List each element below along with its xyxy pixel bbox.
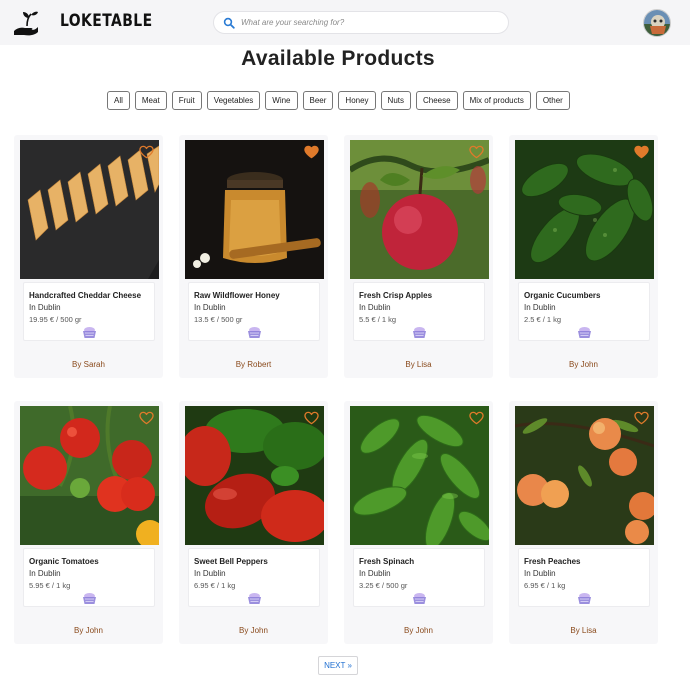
seller-link[interactable]: By Lisa [509,626,658,635]
product-image[interactable] [515,406,654,545]
user-avatar[interactable] [643,9,671,37]
filter-fruit[interactable]: Fruit [171,91,202,110]
product-name[interactable]: Organic Tomatoes [29,557,99,566]
product-image[interactable] [20,406,159,545]
product-name[interactable]: Raw Wildflower Honey [194,291,280,300]
product-info: Organic Tomatoes In Dublin 5.95 € / 1 kg [23,548,155,607]
seller-link[interactable]: By John [14,626,163,635]
product-image[interactable] [350,140,489,279]
favorite-heart-icon[interactable] [139,145,154,159]
product-card[interactable]: Sweet Bell Peppers In Dublin 6.95 € / 1 … [179,401,328,644]
filter-nuts[interactable]: Nuts [380,91,411,110]
basket-icon [413,593,426,604]
product-price: 2.5 € / 1 kg [524,315,562,324]
filter-cheese[interactable]: Cheese [416,91,458,110]
favorite-heart-icon[interactable] [304,145,319,159]
product-image[interactable] [350,406,489,545]
page-title: Available Products [241,47,435,70]
favorite-heart-icon[interactable] [139,411,154,425]
hand-plant-logo-icon[interactable] [11,9,39,37]
product-location: In Dublin [359,569,391,578]
product-card[interactable]: Raw Wildflower Honey In Dublin 13.5 € / … [179,135,328,378]
product-image[interactable] [185,140,324,279]
product-card[interactable]: Organic Cucumbers In Dublin 2.5 € / 1 kg… [509,135,658,378]
product-image[interactable] [185,406,324,545]
product-name[interactable]: Fresh Crisp Apples [359,291,432,300]
brand-name[interactable]: LOKETABLE [60,11,153,31]
basket-icon [578,327,591,338]
product-price: 19.95 € / 500 gr [29,315,82,324]
basket-icon [83,593,96,604]
product-price: 6.95 € / 1 kg [524,581,566,590]
product-name[interactable]: Fresh Peaches [524,557,580,566]
search-input[interactable] [241,14,501,31]
product-name[interactable]: Handcrafted Cheddar Cheese [29,291,141,300]
category-filter-bar: All Meat Fruit Vegetables Wine Beer Honey Nuts C… [107,91,570,110]
filter-beer[interactable]: Beer [302,91,334,110]
filter-all[interactable]: All [107,91,130,110]
product-location: In Dublin [359,303,391,312]
basket-icon [413,327,426,338]
product-price: 6.95 € / 1 kg [194,581,236,590]
favorite-heart-icon[interactable] [304,411,319,425]
seller-link[interactable]: By John [344,626,493,635]
favorite-heart-icon[interactable] [634,145,649,159]
product-location: In Dublin [194,569,226,578]
seller-link[interactable]: By John [509,360,658,369]
product-card[interactable]: Handcrafted Cheddar Cheese In Dublin 19.… [14,135,163,378]
basket-icon [248,593,261,604]
product-card[interactable]: Fresh Peaches In Dublin 6.95 € / 1 kg By… [509,401,658,644]
product-price: 3.25 € / 500 gr [359,581,408,590]
basket-icon [248,327,261,338]
product-location: In Dublin [194,303,226,312]
filter-mix-of-products[interactable]: Mix of products [462,91,531,110]
product-card[interactable]: Fresh Crisp Apples In Dublin 5.5 € / 1 k… [344,135,493,378]
filter-wine[interactable]: Wine [265,91,298,110]
product-location: In Dublin [524,303,556,312]
product-card[interactable]: Organic Tomatoes In Dublin 5.95 € / 1 kg… [14,401,163,644]
product-info: Handcrafted Cheddar Cheese In Dublin 19.… [23,282,155,341]
product-info: Fresh Crisp Apples In Dublin 5.5 € / 1 k… [353,282,485,341]
basket-icon [83,327,96,338]
product-info: Organic Cucumbers In Dublin 2.5 € / 1 kg [518,282,650,341]
search-icon [223,17,235,29]
seller-link[interactable]: By Robert [179,360,328,369]
product-price: 5.5 € / 1 kg [359,315,397,324]
seller-link[interactable]: By Lisa [344,360,493,369]
favorite-heart-icon[interactable] [469,145,484,159]
favorite-heart-icon[interactable] [469,411,484,425]
search-bar[interactable] [213,11,509,34]
favorite-heart-icon[interactable] [634,411,649,425]
product-image[interactable] [515,140,654,279]
filter-honey[interactable]: Honey [338,91,376,110]
seller-link[interactable]: By John [179,626,328,635]
product-image[interactable] [20,140,159,279]
top-navbar: LOKETABLE [0,0,690,45]
seller-link[interactable]: By Sarah [14,360,163,369]
product-name[interactable]: Fresh Spinach [359,557,414,566]
product-info: Fresh Peaches In Dublin 6.95 € / 1 kg [518,548,650,607]
product-info: Sweet Bell Peppers In Dublin 6.95 € / 1 … [188,548,320,607]
product-grid: Handcrafted Cheddar Cheese In Dublin 19.… [14,135,664,645]
filter-meat[interactable]: Meat [134,91,167,110]
product-info: Fresh Spinach In Dublin 3.25 € / 500 gr [353,548,485,607]
product-price: 5.95 € / 1 kg [29,581,71,590]
product-name[interactable]: Organic Cucumbers [524,291,600,300]
product-name[interactable]: Sweet Bell Peppers [194,557,268,566]
basket-icon [578,593,591,604]
filter-other[interactable]: Other [535,91,570,110]
filter-vegetables[interactable]: Vegetables [206,91,261,110]
product-location: In Dublin [29,303,61,312]
product-card[interactable]: Fresh Spinach In Dublin 3.25 € / 500 gr … [344,401,493,644]
next-page-button[interactable]: NEXT » [318,656,358,675]
product-price: 13.5 € / 500 gr [194,315,243,324]
product-location: In Dublin [524,569,556,578]
product-info: Raw Wildflower Honey In Dublin 13.5 € / … [188,282,320,341]
product-location: In Dublin [29,569,61,578]
